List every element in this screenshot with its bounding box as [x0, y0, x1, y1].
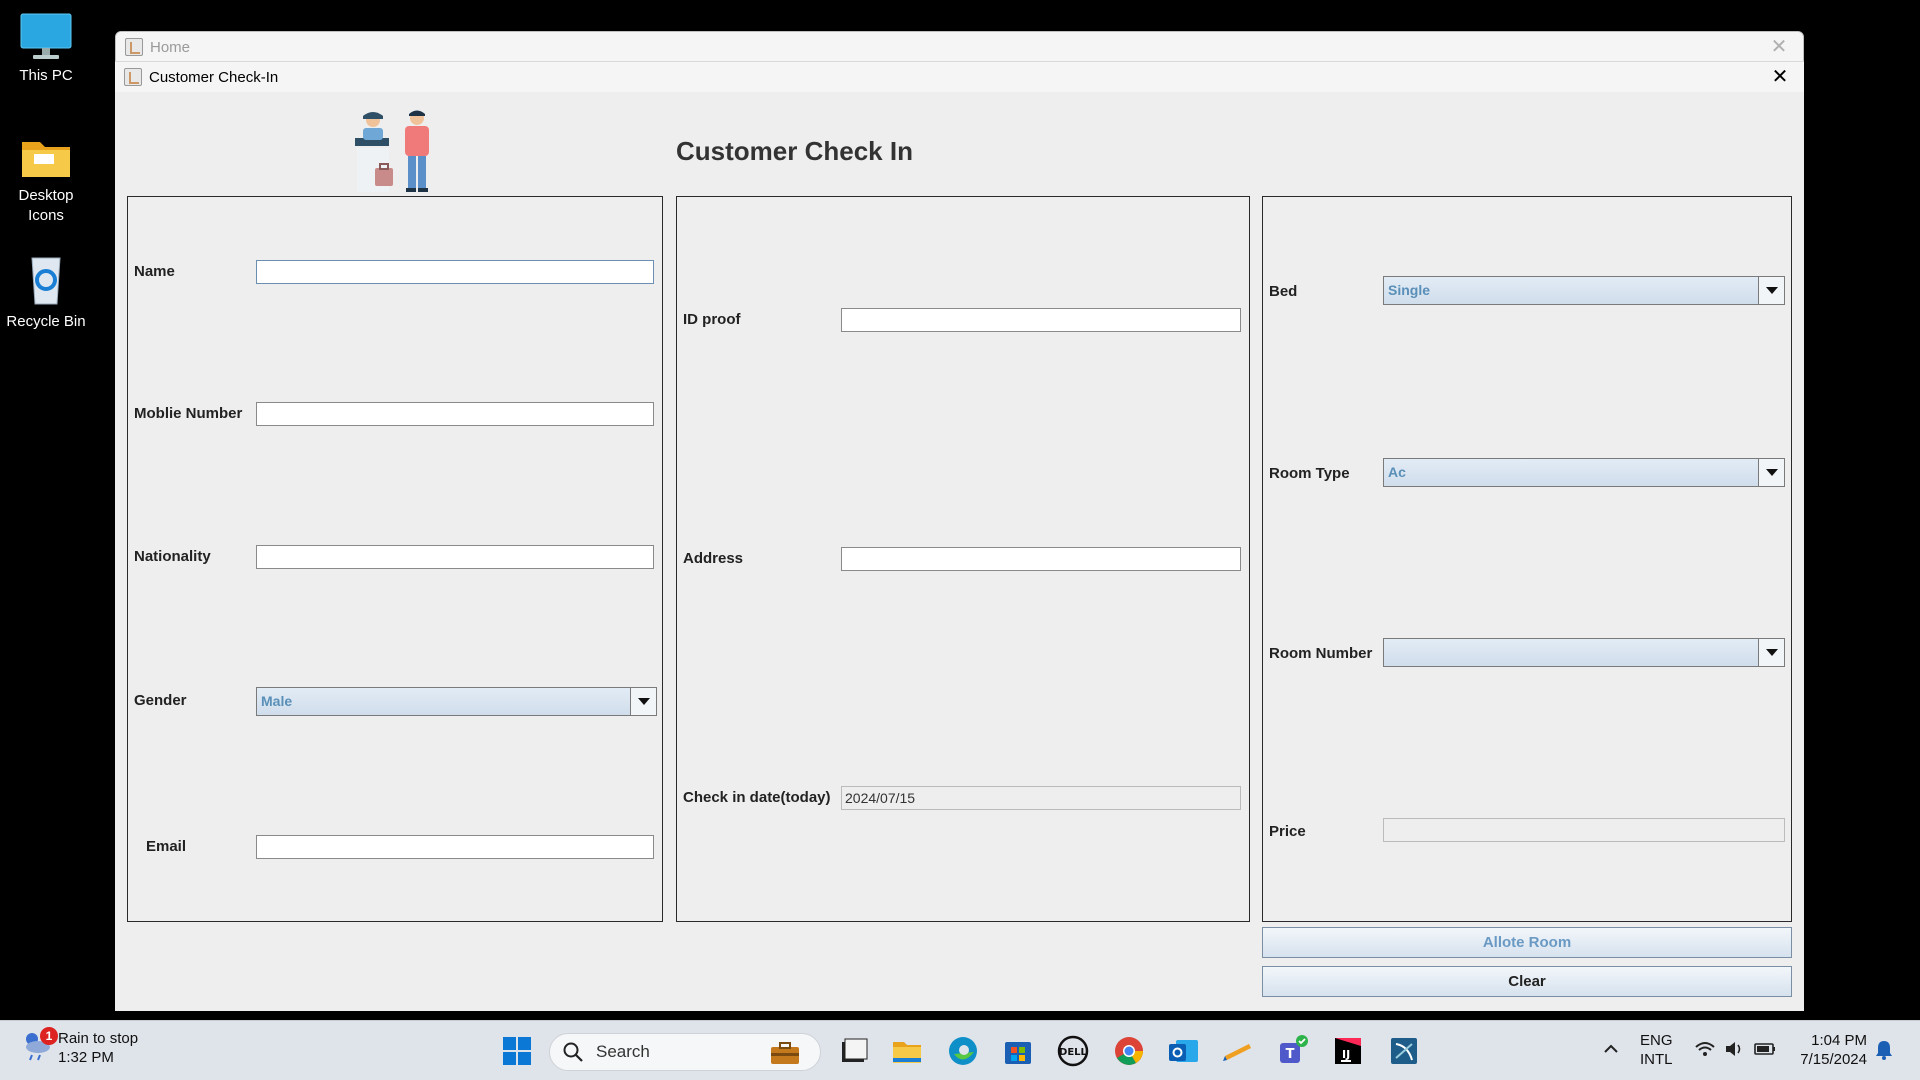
- weather-time: 1:32 PM: [58, 1049, 114, 1066]
- clear-button[interactable]: Clear: [1262, 966, 1792, 997]
- price-field: [1383, 818, 1785, 842]
- room-number-dropdown[interactable]: [1383, 638, 1785, 667]
- clock[interactable]: 1:04 PM 7/15/2024: [1795, 1031, 1867, 1069]
- desktop-icon-label: This PC: [19, 67, 73, 84]
- room-type-label: Room Type: [1269, 465, 1350, 482]
- bed-label: Bed: [1269, 283, 1298, 300]
- desktop-icon-label: Desktop Icons: [18, 187, 74, 224]
- nationality-input[interactable]: [256, 545, 654, 569]
- edge-browser-icon[interactable]: [946, 1034, 980, 1068]
- desktop-icon-desktop-icons[interactable]: Desktop Icons: [0, 132, 92, 226]
- address-label: Address: [683, 550, 744, 567]
- room-type-dropdown[interactable]: Ac: [1383, 458, 1785, 487]
- checkin-date-field: [841, 786, 1241, 810]
- java-app-icon: [125, 38, 143, 56]
- id-proof-label: ID proof: [683, 311, 741, 328]
- home-titlebar: Home ✕: [116, 32, 1803, 62]
- pen-tool-icon[interactable]: [1221, 1034, 1255, 1068]
- svg-text:IJ: IJ: [1342, 1048, 1350, 1061]
- checkin-window: Customer Check-In ✕ Customer Check In Na…: [115, 61, 1804, 1011]
- java-app-icon: [124, 68, 142, 86]
- file-manager-icon[interactable]: [836, 1034, 870, 1068]
- microsoft-store-icon[interactable]: [1001, 1034, 1035, 1068]
- desktop-icon-recycle-bin[interactable]: Recycle Bin: [0, 252, 92, 332]
- checkin-window-title: Customer Check-In: [149, 68, 279, 86]
- room-type-selected-value: Ac: [1388, 464, 1406, 480]
- email-label: Email: [146, 838, 187, 855]
- allote-room-button[interactable]: Allote Room: [1262, 927, 1792, 958]
- gender-selected-value: Male: [261, 693, 293, 709]
- chevron-down-icon[interactable]: [630, 688, 656, 715]
- notification-bell-icon[interactable]: [1874, 1039, 1894, 1061]
- weather-title: Rain to stop: [58, 1030, 139, 1047]
- svg-text:DELL: DELL: [1059, 1047, 1088, 1058]
- search-placeholder: Search: [596, 1042, 650, 1061]
- chevron-down-icon[interactable]: [1758, 459, 1784, 486]
- wifi-icon[interactable]: [1694, 1039, 1716, 1059]
- svg-text:T: T: [1286, 1047, 1295, 1062]
- search-icon: [563, 1042, 583, 1062]
- file-explorer-icon[interactable]: [890, 1034, 924, 1068]
- reception-illustration-icon: [355, 110, 429, 192]
- taskbar: 1 Rain to stop 1:32 PM Search DELL T IJ …: [0, 1020, 1920, 1080]
- mobile-number-label: Moblie Number: [134, 405, 243, 422]
- identity-panel: ID proof Address Check in date(today): [676, 196, 1250, 922]
- id-proof-input[interactable]: [841, 308, 1241, 332]
- chrome-icon[interactable]: [1112, 1034, 1146, 1068]
- dell-icon[interactable]: DELL: [1056, 1034, 1090, 1068]
- gender-label: Gender: [134, 692, 187, 709]
- name-label: Name: [134, 263, 175, 280]
- email-input[interactable]: [256, 835, 654, 859]
- recycle-bin-icon: [31, 257, 61, 305]
- windows-start-icon[interactable]: [500, 1034, 534, 1068]
- customer-info-panel: Name Moblie Number Nationality Gender Ma…: [127, 196, 663, 922]
- desktop-icon-this-pc[interactable]: This PC: [0, 12, 92, 86]
- outlook-icon[interactable]: [1166, 1034, 1200, 1068]
- bed-dropdown[interactable]: Single: [1383, 276, 1785, 305]
- nationality-label: Nationality: [134, 548, 211, 565]
- home-window-title: Home: [150, 38, 191, 56]
- volume-icon[interactable]: [1724, 1039, 1744, 1059]
- battery-icon[interactable]: [1753, 1039, 1777, 1059]
- name-input[interactable]: [256, 260, 654, 284]
- gender-dropdown[interactable]: Male: [256, 687, 657, 716]
- language-indicator[interactable]: ENG INTL: [1640, 1031, 1673, 1069]
- folder-icon: [22, 142, 70, 177]
- checkin-titlebar: Customer Check-In ✕: [115, 62, 1804, 92]
- chevron-down-icon[interactable]: [1758, 277, 1784, 304]
- desktop-icon-label: Recycle Bin: [6, 313, 86, 330]
- intellij-icon[interactable]: IJ: [1331, 1034, 1365, 1068]
- teams-icon[interactable]: T: [1276, 1034, 1310, 1068]
- mysql-workbench-icon[interactable]: [1387, 1034, 1421, 1068]
- price-label: Price: [1269, 823, 1306, 840]
- room-number-selected-value: [1384, 639, 1758, 666]
- checkin-date-label: Check in date(today): [683, 789, 831, 806]
- room-panel: Bed Single Room Type Ac Room Number Pric…: [1262, 196, 1792, 922]
- language-code: ENG: [1640, 1032, 1673, 1049]
- room-number-label: Room Number: [1269, 645, 1373, 662]
- address-input[interactable]: [841, 547, 1241, 571]
- mobile-number-input[interactable]: [256, 402, 654, 426]
- bed-selected-value: Single: [1388, 282, 1431, 298]
- chevron-up-icon[interactable]: [1602, 1042, 1620, 1056]
- home-close-button[interactable]: ✕: [1767, 35, 1791, 59]
- briefcase-icon: [771, 1042, 799, 1064]
- chevron-down-icon[interactable]: [1758, 639, 1784, 666]
- notification-badge: 1: [40, 1027, 58, 1045]
- checkin-close-button[interactable]: ✕: [1768, 65, 1792, 89]
- page-title: Customer Check In: [676, 136, 913, 166]
- weather-widget[interactable]: 1 Rain to stop 1:32 PM: [22, 1027, 139, 1067]
- keyboard-layout: INTL: [1640, 1051, 1673, 1068]
- monitor-icon: [20, 13, 72, 59]
- taskbar-search[interactable]: Search: [549, 1033, 821, 1071]
- clock-date: 7/15/2024: [1800, 1051, 1867, 1068]
- clock-time: 1:04 PM: [1811, 1032, 1867, 1049]
